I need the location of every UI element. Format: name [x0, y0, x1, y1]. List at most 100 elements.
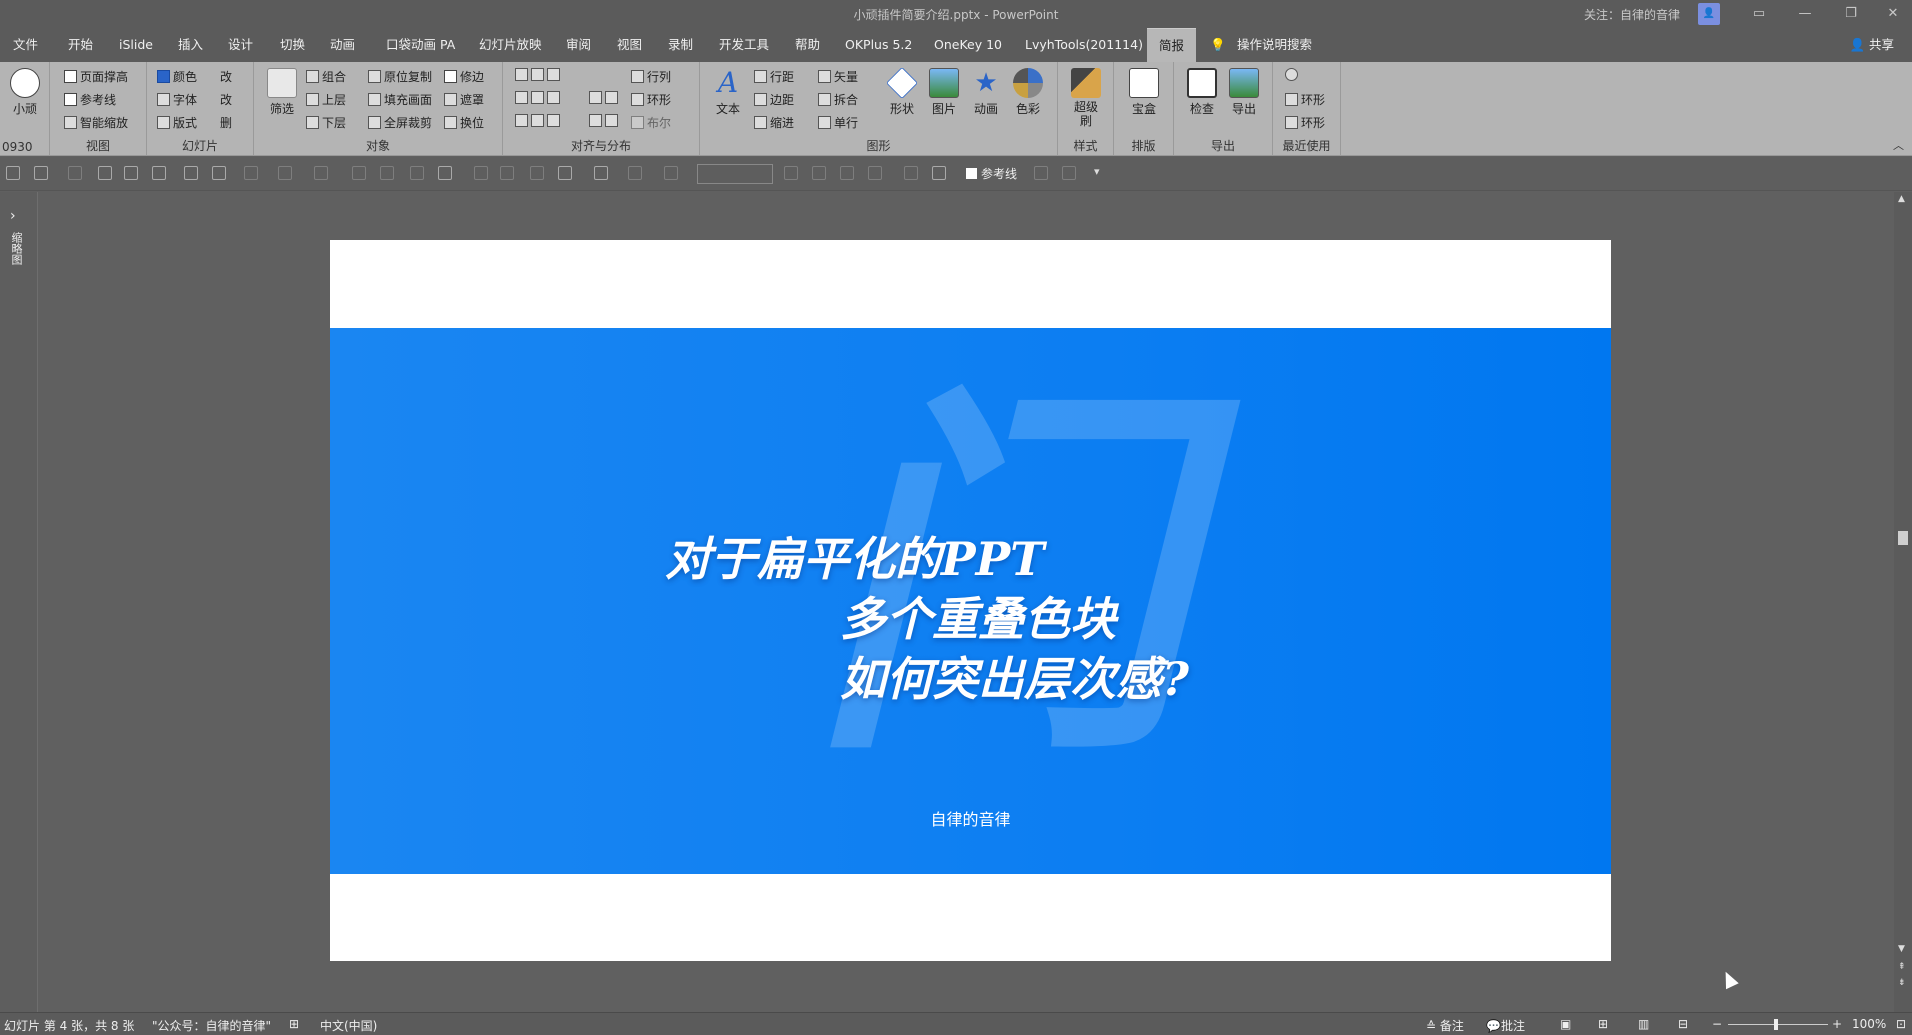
shape-button[interactable]: 形状	[882, 67, 922, 117]
zoom-slider-knob[interactable]	[1774, 1019, 1778, 1030]
list-icon[interactable]	[812, 166, 826, 180]
indent-button[interactable]: 缩进	[754, 114, 794, 131]
scroll-up-icon[interactable]: ▲	[1898, 194, 1905, 204]
paste-icon[interactable]	[438, 166, 452, 180]
tab-transitions[interactable]: 切换	[280, 28, 305, 62]
zoom-out-icon[interactable]: −	[1712, 1017, 1722, 1031]
change-button-1[interactable]: 改	[220, 68, 232, 85]
picture-button[interactable]: 图片	[924, 68, 964, 117]
super-brush-button[interactable]: 超级刷	[1066, 68, 1106, 128]
columns-icon[interactable]	[840, 166, 854, 180]
arrow-tools-2[interactable]	[589, 114, 618, 127]
tab-review[interactable]: 审阅	[566, 28, 591, 62]
recent-ring-button-1[interactable]: 环形	[1285, 91, 1325, 108]
user-button[interactable]: 小顽	[5, 68, 45, 117]
format-painter-icon[interactable]	[98, 166, 112, 180]
fullscreen-crop-button[interactable]: 全屏裁剪	[368, 114, 432, 131]
font-size-combo[interactable]	[697, 164, 773, 184]
slide-sorter-icon[interactable]: ⊞	[1598, 1017, 1608, 1031]
distribute-icon[interactable]	[530, 166, 544, 180]
tab-pocket-animation[interactable]: 口袋动画 PA	[386, 28, 455, 62]
recent-ring-button-2[interactable]: 环形	[1285, 114, 1325, 131]
triangle-icon[interactable]	[244, 166, 258, 180]
picture-tool-icon[interactable]	[558, 166, 572, 180]
account-avatar[interactable]: 👤	[1698, 3, 1720, 25]
cut-icon[interactable]	[152, 166, 166, 180]
line-spacing-button[interactable]: 行距	[754, 68, 794, 85]
spellcheck-icon[interactable]: ⊞	[289, 1017, 299, 1031]
tab-design[interactable]: 设计	[228, 28, 253, 62]
smart-zoom-button[interactable]: 智能缩放	[64, 114, 128, 131]
normal-view-icon[interactable]: ▣	[1560, 1017, 1571, 1031]
vertical-scrollbar[interactable]: ▲ ▼ ⇞ ⇟	[1894, 192, 1912, 1012]
next-slide-icon[interactable]: ⇟	[1898, 978, 1906, 988]
tab-insert[interactable]: 插入	[178, 28, 203, 62]
slide-title-line-3[interactable]: 如何突出层次感?	[840, 643, 1189, 709]
comments-button[interactable]: 💬批注	[1486, 1017, 1525, 1034]
slide-canvas[interactable]: 门 对于扁平化的PPT 多个重叠色块 如何突出层次感? 自律的音律	[330, 240, 1611, 961]
tab-onekey[interactable]: OneKey 10	[934, 28, 1002, 62]
page-stretch-checkbox[interactable]: 页面撑高	[64, 68, 128, 85]
slide-title-line-2[interactable]: 多个重叠色块	[840, 583, 1116, 649]
redo-icon[interactable]	[68, 166, 82, 180]
thumbnails-label[interactable]: 缩略图	[8, 232, 24, 265]
align-tools-row3[interactable]	[515, 114, 560, 127]
ribbon-display-options-icon[interactable]: ▭	[1736, 0, 1782, 28]
fill-color-icon[interactable]	[594, 166, 608, 180]
treasure-box-button[interactable]: 宝盒	[1124, 68, 1164, 117]
recent-char-button[interactable]	[1285, 68, 1298, 81]
zoom-slider-track[interactable]	[1728, 1024, 1828, 1025]
reading-view-icon[interactable]: ▥	[1638, 1017, 1649, 1031]
circle-icon[interactable]	[474, 166, 488, 180]
rotate-icon[interactable]	[1062, 166, 1076, 180]
bucket-icon[interactable]	[352, 166, 366, 180]
ring-button[interactable]: 环形	[631, 91, 671, 108]
zoom-level[interactable]: 100%	[1852, 1017, 1886, 1031]
delete-button[interactable]: 删	[220, 114, 232, 131]
fit-to-window-icon[interactable]: ⊡	[1896, 1017, 1906, 1031]
check-button[interactable]: 检查	[1182, 68, 1222, 117]
tab-jianbao[interactable]: 简报	[1147, 28, 1197, 62]
margin-button[interactable]: 边距	[754, 91, 794, 108]
undo-icon[interactable]	[34, 166, 48, 180]
align-icon[interactable]	[500, 166, 514, 180]
previous-slide-icon[interactable]: ⇞	[1898, 962, 1906, 972]
close-button[interactable]: ✕	[1870, 0, 1912, 28]
vector-button[interactable]: 矢量	[818, 68, 858, 85]
color-wheel-button[interactable]: 色彩	[1008, 68, 1048, 117]
paint-icon[interactable]	[212, 166, 226, 180]
textbox-icon[interactable]	[184, 166, 198, 180]
zoom-in-icon[interactable]: +	[1832, 1017, 1842, 1031]
color-button[interactable]: 颜色	[157, 68, 197, 85]
tab-developer[interactable]: 开发工具	[719, 28, 769, 62]
tab-help[interactable]: 帮助	[795, 28, 820, 62]
boolean-button[interactable]: 布尔	[631, 114, 671, 131]
send-backward-button[interactable]: 下层	[306, 114, 346, 131]
text-button[interactable]: A 文本	[708, 68, 748, 117]
swap-button[interactable]: 换位	[444, 114, 484, 131]
shapes-icon[interactable]	[314, 166, 328, 180]
restore-button[interactable]: ❐	[1828, 0, 1874, 28]
eraser-icon[interactable]	[410, 166, 424, 180]
scroll-thumb[interactable]	[1898, 531, 1908, 545]
mask-button[interactable]: 遮罩	[444, 91, 484, 108]
snap-icon[interactable]	[1034, 166, 1048, 180]
notes-button[interactable]: ≙ 备注	[1426, 1017, 1464, 1034]
slide-title-line-1[interactable]: 对于扁平化的PPT	[665, 523, 1044, 589]
guides-toggle[interactable]: 参考线	[966, 165, 1017, 182]
tab-islide[interactable]: iSlide	[119, 28, 153, 62]
tab-view[interactable]: 视图	[617, 28, 642, 62]
save-icon[interactable]	[6, 166, 20, 180]
grid-button[interactable]: 行列	[631, 68, 671, 85]
tell-me-search[interactable]: 操作说明搜索	[1237, 28, 1312, 62]
crop-tool-icon[interactable]	[278, 166, 292, 180]
numbering-icon[interactable]	[868, 166, 882, 180]
bring-forward-button[interactable]: 上层	[306, 91, 346, 108]
tab-home[interactable]: 开始	[68, 28, 93, 62]
share-button[interactable]: 👤 共享	[1849, 28, 1894, 62]
align-tools-row1[interactable]	[515, 68, 560, 81]
pin-icon[interactable]	[904, 166, 918, 180]
font-color-icon[interactable]	[664, 166, 678, 180]
align-tools-row2[interactable]	[515, 91, 560, 104]
tab-lvyhtools[interactable]: LvyhTools(201114)	[1025, 28, 1143, 62]
